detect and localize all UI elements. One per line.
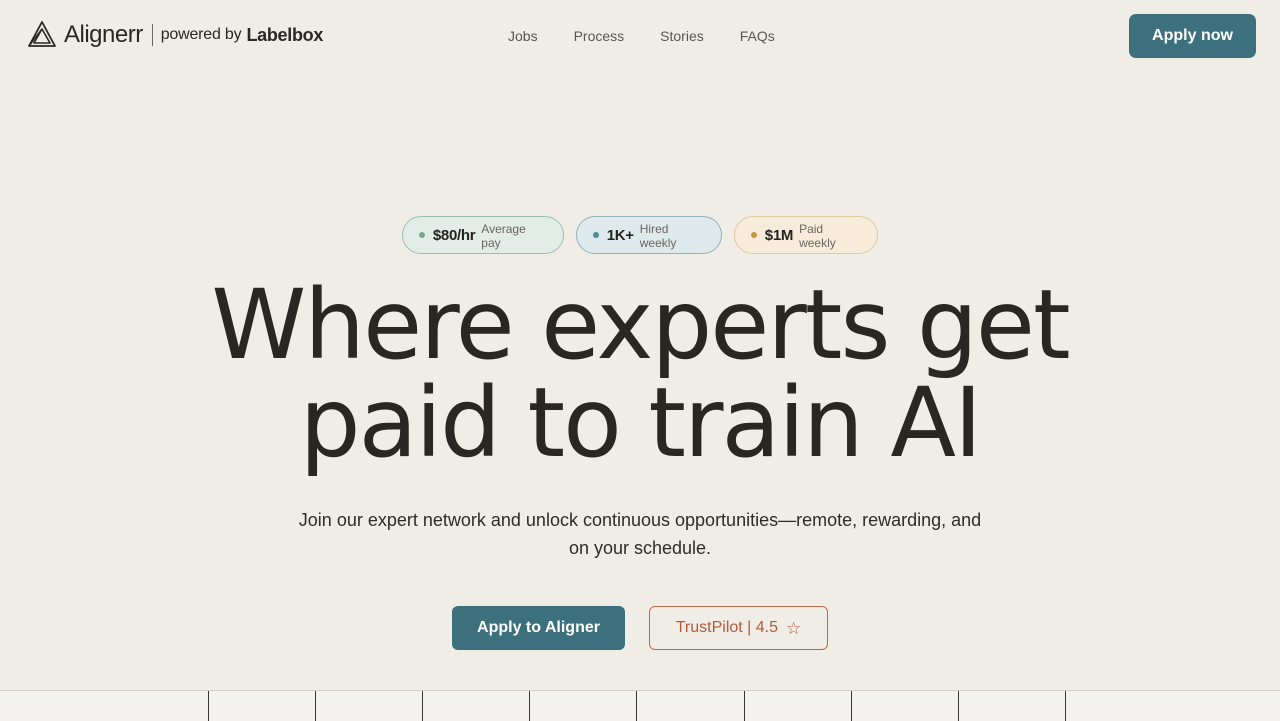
star-outline-icon: ☆ [786, 618, 802, 638]
site-header: Alignerr powered by Labelbox Jobs Proces… [0, 0, 1280, 72]
stat-label: Paid weekly [799, 222, 836, 250]
brand-divider [151, 24, 153, 46]
nav-item-process[interactable]: Process [574, 26, 625, 46]
stat-value: $80/hr [432, 226, 476, 244]
status-dot-icon [419, 232, 425, 238]
grid-divider [529, 691, 530, 721]
stat-pill-hired-weekly: 1K+ Hired weekly [576, 216, 722, 254]
apply-now-button[interactable]: Apply now [1129, 14, 1256, 58]
aligner-triangle-icon [28, 21, 56, 47]
headline-line-2: paid to train AI [299, 367, 983, 479]
nav-item-faqs[interactable]: FAQs [740, 26, 775, 46]
nav-item-jobs[interactable]: Jobs [508, 26, 538, 46]
status-dot-icon [751, 232, 757, 238]
headline-line-1: Where experts get [211, 269, 1070, 381]
hero-subheadline: Join our expert network and unlock conti… [298, 510, 982, 558]
stat-pill-paid-weekly: $1M Paid weekly [734, 216, 878, 254]
stat-value: 1K+ [606, 226, 634, 244]
grid-divider [1065, 691, 1066, 721]
grid-divider [958, 691, 959, 721]
grid-divider [744, 691, 745, 721]
main-nav: Jobs Process Stories FAQs [508, 26, 775, 46]
grid-divider [208, 691, 209, 721]
status-dot-icon [593, 232, 599, 238]
trustpilot-label: TrustPilot | 4.5 [675, 619, 778, 636]
apply-to-aligner-button[interactable]: Apply to Aligner [452, 606, 625, 650]
stat-value: $1M [764, 226, 794, 244]
partner-logo: Labelbox [246, 25, 324, 45]
brand-powered-by: powered by [160, 26, 242, 43]
stat-label: Average pay [481, 222, 526, 250]
grid-divider [851, 691, 852, 721]
brand[interactable]: Alignerr powered by Labelbox [27, 19, 323, 51]
brand-name: Alignerr [64, 21, 143, 48]
grid-divider [636, 691, 637, 721]
trustpilot-button[interactable]: TrustPilot | 4.5 ☆ [649, 606, 828, 650]
bottom-grid-strip [0, 690, 1280, 721]
grid-divider [315, 691, 316, 721]
stat-label: Hired weekly [639, 222, 677, 250]
stat-pill-average-pay: $80/hr Average pay [402, 216, 564, 254]
grid-divider [422, 691, 423, 721]
hero-headline: Where experts get paid to train AI [140, 276, 1140, 472]
nav-item-stories[interactable]: Stories [660, 26, 704, 46]
stats-pills: $80/hr Average pay 1K+ Hired weekly $1M … [402, 216, 878, 254]
